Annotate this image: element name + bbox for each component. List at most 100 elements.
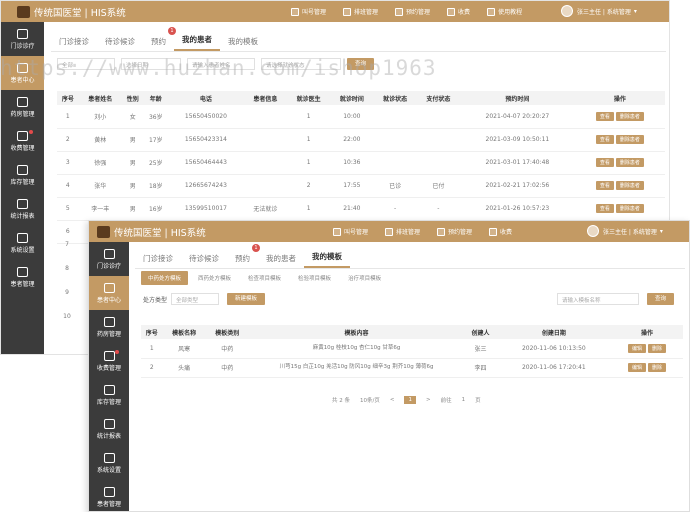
delete-patient-button[interactable]: 删除患者 — [615, 111, 644, 121]
tab-appointment[interactable]: 预约 1 — [227, 244, 260, 268]
subtab-western-rx[interactable]: 西药处方模板 — [191, 271, 238, 285]
tab-outpatient[interactable]: 门诊接诊 — [51, 36, 97, 51]
search-button[interactable]: 查询 — [347, 58, 375, 70]
cash-icon — [489, 227, 498, 236]
templates-table: 序号 模板名称 模板类别 模板内容 创建人 创建日期 操作 1 风寒 中药 麻黄10g… — [141, 325, 683, 378]
view-button[interactable]: 查看 — [595, 204, 614, 213]
row-actions: 编辑 删除 — [611, 358, 683, 378]
edit-button[interactable]: 编辑 — [628, 363, 647, 372]
row-actions: 查看删除患者 — [574, 105, 665, 129]
sidebar-item-patients[interactable]: 患者中心 — [89, 276, 129, 310]
notification-dot — [29, 130, 33, 134]
delete-button[interactable]: 删除 — [648, 363, 667, 372]
top-action-schedule[interactable]: 排班管理 — [385, 227, 420, 236]
table-row: 4 张华男 18岁 12665674243 2 17:55 已诊 已付 2021-02-21 1… — [57, 174, 665, 198]
row-actions: 查看删除患者 — [574, 128, 665, 152]
top-action-appointment[interactable]: 预约管理 — [437, 227, 472, 236]
row-actions: 查看删除患者 — [574, 174, 665, 198]
sidebar-item-stats[interactable]: 统计报表 — [89, 412, 129, 446]
tab-my-patients[interactable]: 我的患者 — [258, 253, 304, 268]
table-header: 序号 模板名称 模板类别 模板内容 创建人 创建日期 操作 — [141, 325, 683, 339]
top-action-queue[interactable]: 叫号管理 — [291, 7, 326, 16]
app-title: 传统国医堂 | HIS系统 — [34, 8, 126, 19]
table-row: 1 刘小女 36岁 15650450020 1 10:00 2021-04-07 20:20… — [57, 105, 665, 129]
table-row: 2 头痛 中药 川芎15g 白芷10g 羌活10g 防风10g 细辛3g 荆芥10g … — [141, 358, 683, 378]
sidebar-item-settings[interactable]: 系统设置 — [1, 226, 44, 260]
sidebar-item-clinic[interactable]: 门诊诊疗 — [1, 22, 44, 56]
sidebar-item-patients[interactable]: 患者中心 — [1, 56, 44, 90]
sidebar-item-manage[interactable]: 患者管理 — [1, 260, 44, 294]
top-action-charge[interactable]: 收费 — [447, 7, 470, 16]
box-icon — [17, 164, 28, 175]
sidebar-item-inventory[interactable]: 库存管理 — [1, 158, 44, 192]
delete-button[interactable]: 删除 — [648, 343, 667, 353]
sidebar-item-billing[interactable]: 收费管理 — [1, 124, 44, 158]
sidebar-item-pharmacy[interactable]: 药房管理 — [89, 310, 129, 344]
subtab-chinese-rx[interactable]: 中药处方模板 — [141, 271, 189, 285]
sidebar-item-pharmacy[interactable]: 药房管理 — [1, 90, 44, 124]
clinic-icon — [103, 248, 115, 259]
view-button[interactable]: 查看 — [595, 111, 614, 121]
tab-my-templates[interactable]: 我的模板 — [220, 36, 266, 51]
table-row: 3 徐强男 25岁 15650464443 1 10:36 2021-03-01 17:40… — [57, 151, 665, 175]
top-actions: 叫号管理 排班管理 预约管理 收费 — [333, 227, 529, 236]
pill-icon — [17, 96, 28, 107]
type-select[interactable]: 全部类型 — [171, 293, 220, 305]
tab-my-templates[interactable]: 我的模板 — [304, 251, 350, 268]
template-search-input[interactable]: 请输入模板名称 — [557, 293, 639, 305]
view-button[interactable]: 查看 — [595, 181, 614, 190]
view-button[interactable]: 查看 — [595, 158, 614, 167]
sidebar: 门诊诊疗 患者中心 药房管理 收费管理 库存管理 统计报表 系统设置 患者管理 — [89, 242, 129, 511]
tab-my-patients[interactable]: 我的患者 — [174, 34, 220, 51]
sidebar-item-billing[interactable]: 收费管理 — [89, 344, 129, 378]
subtab-treatment[interactable]: 治疗项目模板 — [341, 271, 388, 285]
view-button[interactable]: 查看 — [595, 135, 614, 144]
pager-goto: 前往 — [440, 398, 452, 404]
top-action-tutorial[interactable]: 使用教程 — [487, 7, 522, 16]
clock-icon — [395, 7, 404, 16]
tab-appointment[interactable]: 预约 1 — [143, 27, 176, 51]
top-bar: 传统国医堂 | HIS系统 叫号管理 排班管理 预约管理 收费 张三主任 | 系… — [89, 221, 689, 242]
new-template-button[interactable]: 新建模板 — [227, 293, 266, 305]
date-picker[interactable]: 选择日期 — [121, 58, 181, 70]
status-select[interactable]: 全部 — [57, 58, 115, 70]
delete-patient-button[interactable]: 删除患者 — [615, 204, 644, 213]
table-header: 序号 患者姓名 性别 年龄 电话 患者信息 就诊医生 就诊时间 就诊状态 支付状… — [57, 91, 665, 105]
pager-prev[interactable]: < — [390, 397, 395, 403]
delete-patient-button[interactable]: 删除患者 — [615, 158, 644, 167]
subtab-exam[interactable]: 检查项目模板 — [241, 271, 288, 285]
tab-waiting[interactable]: 待诊候诊 — [97, 36, 143, 51]
chevron-down-icon: ▾ — [659, 227, 663, 235]
search-button[interactable]: 查询 — [647, 293, 675, 305]
visit-status-select[interactable]: 请选择就诊状态 — [261, 58, 341, 70]
sidebar-item-manage[interactable]: 患者管理 — [89, 480, 129, 511]
top-actions: 叫号管理 排班管理 预约管理 收费 使用教程 — [291, 7, 539, 16]
top-action-schedule[interactable]: 排班管理 — [343, 7, 378, 16]
top-action-queue[interactable]: 叫号管理 — [333, 227, 368, 236]
user-menu[interactable]: 张三主任 | 系统管理 ▾ — [561, 5, 637, 17]
subtab-lab[interactable]: 检验项目模板 — [291, 271, 338, 285]
sidebar-item-clinic[interactable]: 门诊诊疗 — [89, 242, 129, 276]
user-menu[interactable]: 张三主任 | 系统管理 ▾ — [587, 225, 663, 237]
filter-bar: 全部 选择日期 请输入患者姓名 请选择就诊状态 查询 — [57, 58, 375, 70]
tab-outpatient[interactable]: 门诊接诊 — [135, 253, 181, 268]
patient-name-input[interactable]: 请输入患者姓名 — [187, 58, 255, 70]
pager-current[interactable]: 1 — [404, 396, 416, 404]
chart-icon — [17, 198, 28, 209]
delete-patient-button[interactable]: 删除患者 — [615, 181, 644, 190]
avatar — [561, 5, 573, 17]
app-logo: 传统国医堂 | HIS系统 — [17, 5, 126, 19]
top-action-charge[interactable]: 收费 — [489, 227, 512, 236]
sidebar-item-settings[interactable]: 系统设置 — [89, 446, 129, 480]
pager-size[interactable]: 10条/页 — [360, 396, 380, 404]
logo-icon — [97, 226, 110, 238]
sidebar: 门诊诊疗 患者中心 药房管理 收费管理 库存管理 统计报表 系统设置 患者管理 — [1, 22, 44, 354]
sidebar-item-inventory[interactable]: 库存管理 — [89, 378, 129, 412]
pager-input[interactable]: 1 — [462, 397, 466, 403]
delete-patient-button[interactable]: 删除患者 — [615, 135, 644, 144]
tab-waiting[interactable]: 待诊候诊 — [181, 253, 227, 268]
edit-button[interactable]: 编辑 — [628, 343, 647, 353]
pager-next[interactable]: > — [426, 397, 431, 403]
top-action-appointment[interactable]: 预约管理 — [395, 7, 430, 16]
sidebar-item-stats[interactable]: 统计报表 — [1, 192, 44, 226]
